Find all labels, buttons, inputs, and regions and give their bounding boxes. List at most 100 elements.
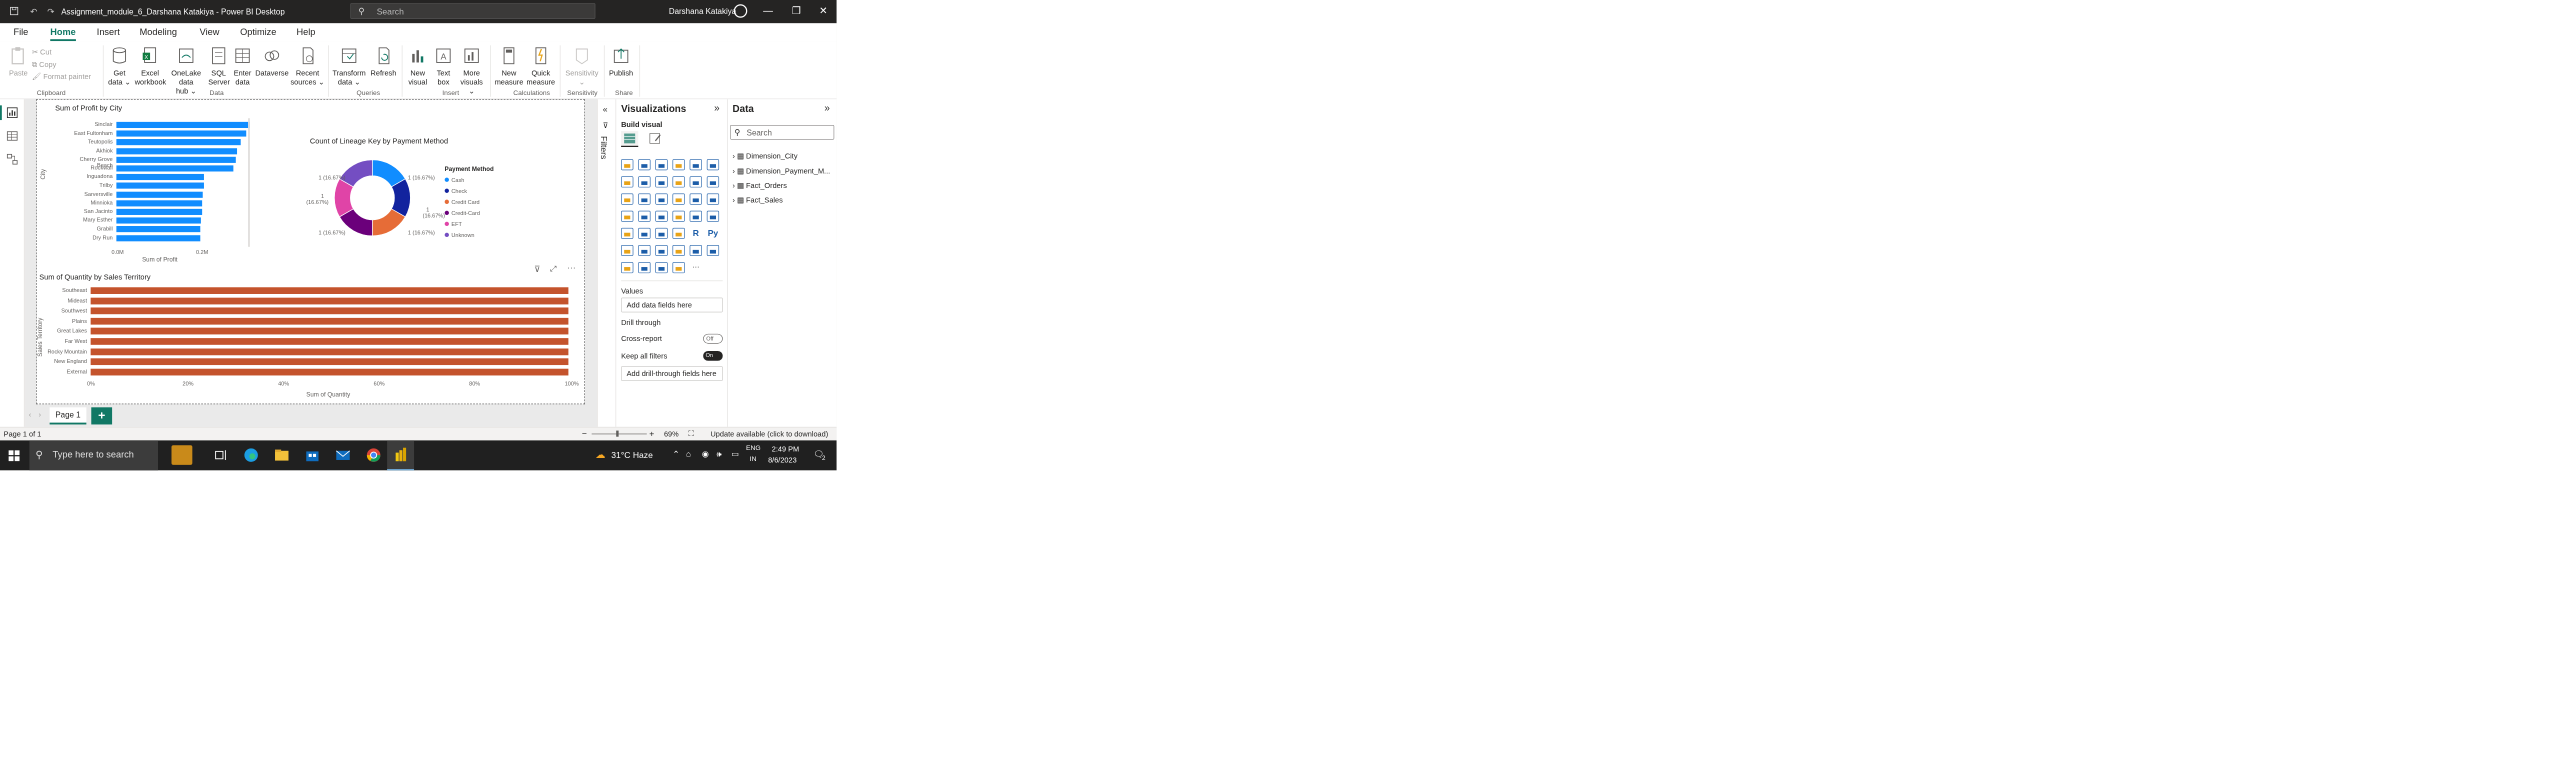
treemap-visual-icon[interactable]	[706, 193, 720, 205]
edge-browser-icon[interactable]	[243, 447, 260, 464]
clock-time[interactable]: 2:49 PM	[772, 445, 799, 454]
quick-measure-button[interactable]: Quick measure	[526, 45, 557, 87]
sql-server-button[interactable]: SQL Server	[208, 45, 230, 87]
mail-icon[interactable]	[334, 447, 351, 464]
drill-through-drop-zone[interactable]: Add drill-through fields here	[621, 366, 723, 381]
add-page-button[interactable]: +	[91, 407, 113, 425]
100-stacked-bar-visual-icon[interactable]	[689, 159, 702, 171]
volume-icon[interactable]: 🕪	[717, 449, 722, 459]
table-item[interactable]: › ▦ Dimension_Payment_M...	[733, 167, 831, 176]
tab-file[interactable]: File	[13, 27, 28, 37]
user-name[interactable]: Darshana Katakiya	[669, 7, 736, 16]
next-page-icon[interactable]: ›	[39, 410, 41, 419]
bar[interactable]	[116, 121, 250, 129]
network-icon[interactable]: ⌂	[686, 449, 691, 458]
bar[interactable]	[90, 358, 569, 366]
chrome-browser-icon[interactable]	[365, 447, 382, 464]
redo-icon[interactable]: ↷	[45, 6, 56, 17]
bar[interactable]	[90, 327, 569, 335]
bar[interactable]	[116, 208, 202, 215]
more-visuals-button[interactable]: More visuals ⌄	[457, 45, 486, 96]
legend-item[interactable]: Check	[444, 188, 467, 194]
metrics-visual-icon[interactable]	[689, 245, 702, 257]
filters-pane-collapsed[interactable]: « ⊽ Filters	[597, 99, 616, 427]
pie-visual-icon[interactable]	[672, 193, 685, 205]
bar[interactable]	[116, 226, 201, 233]
page-tab-page-1[interactable]: Page 1	[49, 407, 87, 425]
language-region[interactable]: IN	[750, 456, 757, 463]
tab-insert[interactable]: Insert	[97, 27, 120, 37]
more-options-icon[interactable]: ···	[567, 263, 576, 273]
bar[interactable]	[116, 234, 200, 242]
paste-button[interactable]: Paste	[7, 45, 29, 77]
bar[interactable]	[116, 130, 246, 137]
100-stacked-column-visual-icon[interactable]	[706, 159, 720, 171]
bar[interactable]	[116, 182, 204, 189]
ribbon-visual-icon[interactable]	[706, 176, 720, 188]
visual-scrollbar[interactable]	[248, 118, 250, 247]
scatter-visual-icon[interactable]	[655, 193, 668, 205]
data-search-input[interactable]: ⚲ Search	[730, 124, 835, 140]
payment-method-visual[interactable]: Count of Lineage Key by Payment Method P…	[300, 130, 508, 246]
tab-modeling[interactable]: Modeling	[140, 27, 177, 37]
table-item[interactable]: › ▦ Fact_Sales	[733, 196, 783, 205]
sensitivity-button[interactable]: Sensitivity ⌄	[564, 45, 601, 87]
prev-page-icon[interactable]: ‹	[29, 410, 31, 419]
stacked-area-visual-icon[interactable]	[655, 176, 668, 188]
stacked-bar-visual-icon[interactable]	[621, 159, 634, 171]
multi-row-card-visual-icon[interactable]	[706, 210, 720, 222]
fit-to-page-icon[interactable]: ⛶	[688, 429, 693, 438]
excel-workbook-button[interactable]: X Excel workbook	[135, 45, 166, 87]
clustered-column-visual-icon[interactable]	[672, 159, 685, 171]
onelake-button[interactable]: OneLake data hub ⌄	[167, 45, 206, 96]
bar[interactable]	[90, 338, 569, 345]
keep-filters-toggle[interactable]: On	[703, 350, 723, 361]
bar[interactable]	[90, 307, 569, 315]
bar[interactable]	[116, 139, 241, 146]
r-visual-visual-icon[interactable]: R	[690, 228, 702, 239]
table-visual-icon[interactable]	[655, 227, 668, 239]
build-visual-tab[interactable]	[621, 131, 639, 147]
taskbar-search-box[interactable]: ⚲ Type here to search	[29, 440, 193, 471]
table-item[interactable]: › ▦ Dimension_City	[733, 152, 798, 161]
diamond-visual-icon[interactable]	[655, 262, 668, 274]
show-hidden-icons-icon[interactable]: ⌃	[673, 449, 680, 459]
bar[interactable]	[116, 156, 236, 163]
power-bi-taskbar-button[interactable]	[387, 440, 415, 471]
cut-button[interactable]: ✂ Cut	[32, 48, 52, 57]
legend-item[interactable]: EFT	[444, 221, 462, 227]
clustered-bar-visual-icon[interactable]	[655, 159, 668, 171]
line-visual-icon[interactable]	[621, 176, 634, 188]
new-visual-button[interactable]: New visual	[405, 45, 430, 87]
more-visual-icon[interactable]: ···	[690, 262, 702, 273]
tab-view[interactable]: View	[200, 27, 220, 37]
text-box-button[interactable]: A Text box	[432, 45, 454, 87]
chevron-visual-icon[interactable]	[672, 262, 685, 274]
recent-sources-button[interactable]: Recent sources ⌄	[290, 45, 324, 87]
language-code[interactable]: ENG	[746, 445, 761, 452]
key-influencers-visual-icon[interactable]	[621, 245, 634, 257]
close-button[interactable]: ✕	[811, 4, 836, 20]
undo-icon[interactable]: ↶	[28, 6, 39, 17]
copy-button[interactable]: ⧉ Copy	[32, 60, 56, 69]
get-data-button[interactable]: Get data ⌄	[108, 45, 131, 87]
map-visual-icon[interactable]	[621, 210, 634, 222]
microsoft-store-icon[interactable]	[304, 447, 321, 464]
restore-button[interactable]: ❐	[784, 4, 809, 20]
zoom-slider[interactable]	[591, 433, 647, 435]
stacked-column-visual-icon[interactable]	[638, 159, 651, 171]
taskbar-promo-icon[interactable]	[171, 445, 193, 465]
model-view-icon[interactable]	[6, 153, 18, 165]
waterfall-visual-icon[interactable]	[621, 193, 634, 205]
table-item[interactable]: › ▦ Fact_Orders	[733, 181, 787, 190]
table-view-icon[interactable]	[6, 130, 18, 142]
filled-map-visual-icon[interactable]	[638, 210, 651, 222]
update-notice[interactable]: Update available (click to download)	[711, 430, 829, 439]
zoom-out-icon[interactable]: −	[582, 429, 587, 439]
save-icon[interactable]	[9, 6, 20, 17]
bar[interactable]	[90, 348, 569, 356]
format-painter-button[interactable]: 🖌 Format painter	[32, 72, 91, 81]
power-apps-visual-icon[interactable]	[621, 262, 634, 274]
minimize-button[interactable]: —	[756, 4, 781, 20]
bar[interactable]	[116, 217, 201, 224]
